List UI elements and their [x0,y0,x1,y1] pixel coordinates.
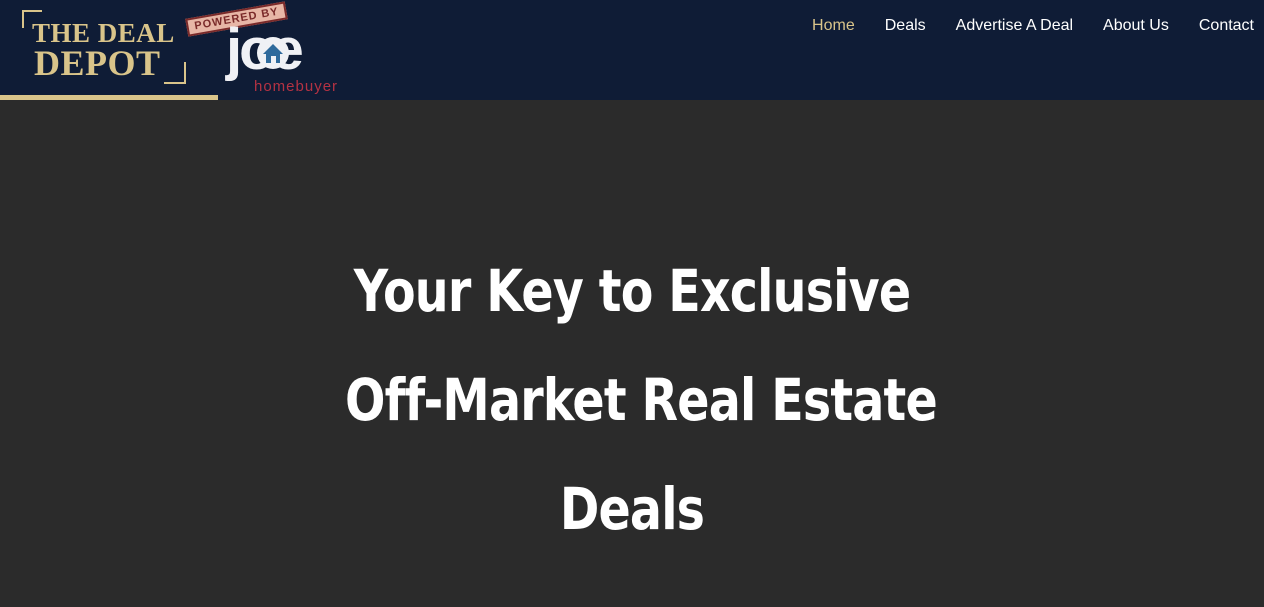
house-icon [257,37,289,69]
site-logo[interactable]: THE DEAL DEPOT POWERED BY joe homebuyer [20,1,360,96]
homebuyer-text: homebuyer [254,78,339,95]
main-nav: Home Deals Advertise A Deal About Us Con… [812,16,1254,36]
nav-home[interactable]: Home [812,16,855,36]
nav-deals[interactable]: Deals [885,16,926,36]
nav-advertise-a-deal[interactable]: Advertise A Deal [956,16,1073,36]
logo-bracket-bottom-right [164,62,186,84]
hero-title: Your Key to Exclusive Off-Market Real Es… [345,237,938,564]
joe-homebuyer-logo: joe homebuyer [226,17,356,96]
deal-depot-logo: THE DEAL DEPOT [20,8,190,88]
hero-title-line-3: Deals [559,475,705,543]
hero-title-line-1: Your Key to Exclusive [353,257,911,325]
logo-line-2: DEPOT [34,43,161,83]
nav-about-us[interactable]: About Us [1103,16,1169,36]
hero-title-line-2: Off-Market Real Estate [345,366,938,434]
nav-contact[interactable]: Contact [1199,16,1254,36]
site-header: THE DEAL DEPOT POWERED BY joe homebuyer … [0,0,1264,100]
hero-section: Your Key to Exclusive Off-Market Real Es… [0,100,1264,607]
